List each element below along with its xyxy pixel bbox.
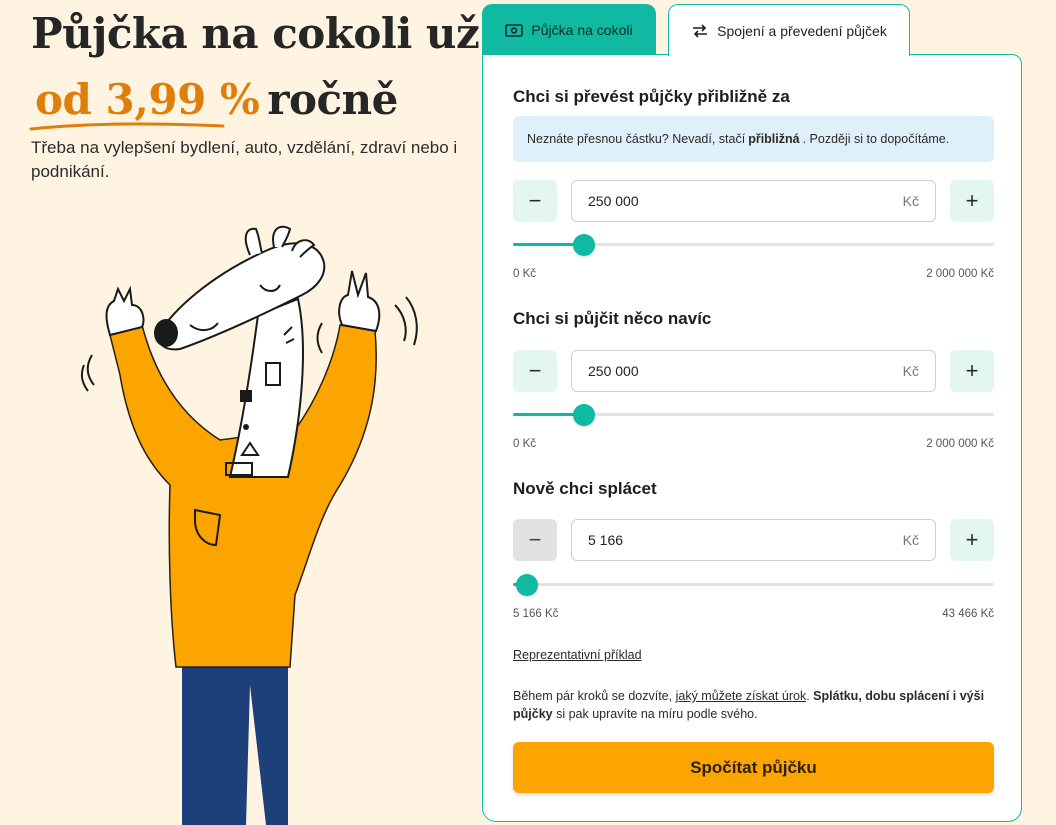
transfer-slider[interactable] xyxy=(513,233,994,257)
rate-highlight: od 3,99 % xyxy=(29,74,260,131)
jeans xyxy=(182,655,288,825)
extra-minus-button[interactable]: − xyxy=(513,350,557,392)
tab-loan-for-anything[interactable]: Půjčka na cokoli xyxy=(482,4,656,56)
fine-print-text: Během pár kroků se dozvíte, xyxy=(513,689,673,703)
transfer-amount-input[interactable]: 250 000 Kč xyxy=(571,180,936,222)
hero-title-line1: Půjčka na cokoli už xyxy=(31,9,480,58)
transfer-minus-button[interactable]: − xyxy=(513,180,557,222)
rate-text: od 3,99 % xyxy=(35,75,260,124)
repay-amount-input[interactable]: 5 166 Kč xyxy=(571,519,936,561)
slider-thumb[interactable] xyxy=(573,234,596,256)
tab-consolidation[interactable]: Spojení a převedení půjček xyxy=(668,4,910,56)
hero-subtitle: Třeba na vylepšení bydlení, auto, vzdělá… xyxy=(31,138,458,181)
slider-thumb[interactable] xyxy=(573,404,596,426)
repay-max-label: 43 466 Kč xyxy=(942,608,994,620)
giraffe-illustration xyxy=(80,225,418,825)
approximate-amount-info: Neznáte přesnou částku? Nevadí, stačí př… xyxy=(513,116,994,162)
right-hand xyxy=(338,270,381,333)
repay-section-title: Nově chci splácet xyxy=(513,479,657,498)
giraffe-neck xyxy=(228,297,304,478)
extra-plus-button[interactable]: + xyxy=(950,350,994,392)
transfer-max-label: 2 000 000 Kč xyxy=(926,268,994,280)
info-bold: přibližná xyxy=(748,132,800,146)
sweater xyxy=(109,324,377,668)
hero-title: Půjčka na cokoli už od 3,99 % ročně xyxy=(29,8,480,131)
currency-unit: Kč xyxy=(902,193,919,209)
slider-track xyxy=(513,583,994,586)
representative-example-link[interactable]: Reprezentativní příklad xyxy=(513,648,642,662)
tab-consolidation-label: Spojení a převedení půjček xyxy=(717,22,887,39)
info-text: Neznáte přesnou částku? Nevadí, stačí xyxy=(527,132,746,146)
fine-print: Během pár kroků se dozvíte, jaký můžete … xyxy=(513,687,994,723)
currency-unit: Kč xyxy=(902,363,919,379)
info-text-end: . Později si to dopočítáme. xyxy=(802,132,950,146)
repay-minus-button[interactable]: − xyxy=(513,519,557,561)
rate-suffix: ročně xyxy=(267,75,398,124)
repay-min-label: 5 166 Kč xyxy=(513,608,559,620)
repay-amount-value: 5 166 xyxy=(588,532,624,548)
slider-thumb[interactable] xyxy=(516,574,539,596)
left-hand xyxy=(105,285,145,337)
fine-print-end: si pak upravíte na míru podle svého. xyxy=(556,707,758,721)
calculate-loan-button[interactable]: Spočítat půjčku xyxy=(513,742,994,793)
transfer-plus-button[interactable]: + xyxy=(950,180,994,222)
repay-slider[interactable] xyxy=(513,573,994,597)
rate-underline-swoosh xyxy=(29,122,225,131)
transfer-min-label: 0 Kč xyxy=(513,268,537,280)
extra-max-label: 2 000 000 Kč xyxy=(926,438,994,450)
currency-unit: Kč xyxy=(902,532,919,548)
extra-amount-input[interactable]: 250 000 Kč xyxy=(571,350,936,392)
interest-rate-link[interactable]: jaký můžete získat úrok xyxy=(676,689,807,703)
extra-amount-value: 250 000 xyxy=(588,363,639,379)
banknote-icon xyxy=(505,23,524,37)
fine-print-dot: . xyxy=(806,689,810,703)
swap-arrows-icon xyxy=(693,23,708,38)
calculator-card: Chci si převést půjčky přibližně za Nezn… xyxy=(482,54,1022,822)
extra-slider[interactable] xyxy=(513,403,994,427)
extra-section-title: Chci si půjčit něco navíc xyxy=(513,309,712,328)
repay-plus-button[interactable]: + xyxy=(950,519,994,561)
extra-min-label: 0 Kč xyxy=(513,438,537,450)
transfer-amount-value: 250 000 xyxy=(588,193,639,209)
transfer-section-title: Chci si převést půjčky přibližně za xyxy=(513,87,790,106)
tab-loan-for-anything-label: Půjčka na cokoli xyxy=(531,22,633,38)
